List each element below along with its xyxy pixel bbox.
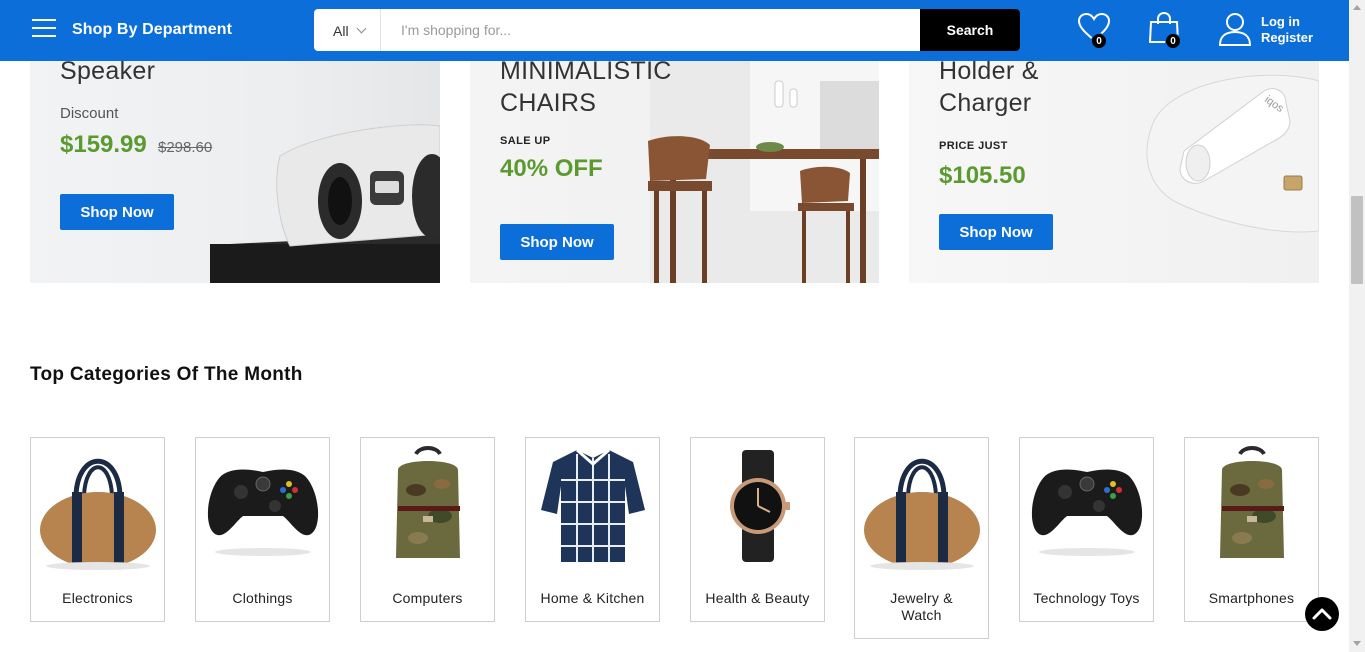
promo-discount: 40% OFF xyxy=(500,155,603,182)
wishlist-button[interactable]: 0 xyxy=(1077,12,1113,49)
search-button[interactable]: Search xyxy=(920,9,1020,51)
page: Shop By Department All Search 0 0 xyxy=(0,0,1365,652)
shop-now-button[interactable]: Shop Now xyxy=(500,224,614,260)
game-controller-icon xyxy=(1031,469,1143,556)
category-name: Clothings xyxy=(232,590,293,606)
category-card-smartphones[interactable]: Smartphones xyxy=(1184,437,1319,622)
promo-price: $159.99 xyxy=(60,131,147,158)
category-name: Jewelry & Watch xyxy=(890,590,953,623)
shop-by-department-link[interactable]: Shop By Department xyxy=(72,21,232,39)
login-label: Log in Register xyxy=(1261,14,1313,46)
category-card-computers[interactable]: Computers xyxy=(360,437,495,622)
category-card-health-beauty[interactable]: Health & Beauty xyxy=(690,437,825,622)
hamburger-menu-icon[interactable] xyxy=(32,19,58,41)
promo-price: $105.50 xyxy=(939,162,1026,189)
login-register-link[interactable]: Log in Register xyxy=(1218,12,1338,50)
duffel-bag-icon xyxy=(40,458,156,570)
register-text: Register xyxy=(1261,30,1314,45)
promo-title-line1: MINIMALISTIC xyxy=(500,61,672,85)
promo-title-line1: Holder & xyxy=(939,61,1039,85)
category-card-home-kitchen[interactable]: Home & Kitchen xyxy=(525,437,660,622)
charger-image: iqos xyxy=(1146,74,1319,233)
speaker-image xyxy=(210,124,440,283)
scroll-down-arrow-icon[interactable] xyxy=(1353,641,1361,646)
promo-banner-chairs: MINIMALISTIC CHAIRS SALE UP 40% OFF Shop… xyxy=(470,61,879,283)
category-card-electronics[interactable]: Electronics xyxy=(30,437,165,622)
back-to-top-button[interactable] xyxy=(1305,597,1339,631)
promo-banner-charger: iqos Holder & Charger PRICE JUST $105.50… xyxy=(909,61,1319,283)
cart-count-badge: 0 xyxy=(1165,33,1181,49)
page-scrollbar[interactable] xyxy=(1349,0,1365,652)
promo-subtitle: Discount xyxy=(60,105,119,122)
category-name: Health & Beauty xyxy=(705,590,810,606)
category-card-clothings[interactable]: Clothings xyxy=(195,437,330,622)
promo-title-line2: Charger xyxy=(939,89,1032,117)
search-bar: All Search xyxy=(314,9,1020,51)
category-card-jewelry-watch[interactable]: Jewelry & Watch xyxy=(854,437,989,639)
promo-small-label: SALE UP xyxy=(500,135,551,147)
promo-old-price: $298.60 xyxy=(158,139,213,156)
wishlist-count-badge: 0 xyxy=(1091,33,1107,49)
promo-title: Holder & Charger xyxy=(939,61,1039,119)
shirt-icon xyxy=(541,448,645,562)
chevron-down-icon xyxy=(356,23,367,34)
search-category-value: All xyxy=(333,23,349,39)
shop-now-button[interactable]: Shop Now xyxy=(939,214,1053,250)
backpack-icon xyxy=(1220,446,1284,558)
category-name: Computers xyxy=(392,590,463,606)
duffel-bag-icon xyxy=(864,458,980,570)
search-category-select[interactable]: All xyxy=(314,9,381,51)
top-header: Shop By Department All Search 0 0 xyxy=(0,0,1349,61)
watch-icon xyxy=(730,450,790,562)
category-name: Smartphones xyxy=(1208,590,1295,606)
search-input[interactable] xyxy=(381,9,920,51)
cart-button[interactable]: 0 xyxy=(1147,11,1183,49)
category-name: Technology Toys xyxy=(1033,590,1140,606)
shop-now-button[interactable]: Shop Now xyxy=(60,194,174,230)
login-text: Log in xyxy=(1261,14,1300,29)
chevron-up-icon xyxy=(1312,608,1332,620)
promo-title: Speaker xyxy=(60,61,156,85)
promo-title: MINIMALISTIC CHAIRS xyxy=(500,61,672,119)
backpack-icon xyxy=(396,446,460,558)
category-name: Home & Kitchen xyxy=(540,590,645,606)
promo-small-label: PRICE JUST xyxy=(939,140,1008,152)
category-card-technology-toys[interactable]: Technology Toys xyxy=(1019,437,1154,622)
promo-title-line2: CHAIRS xyxy=(500,89,597,117)
category-name: Electronics xyxy=(62,590,133,606)
user-icon xyxy=(1218,13,1252,46)
top-categories-heading: Top Categories Of The Month xyxy=(30,364,303,385)
game-controller-icon xyxy=(207,469,319,556)
scrollbar-thumb[interactable] xyxy=(1351,196,1363,284)
promo-banner-speaker: Speaker Discount $159.99 $298.60 Shop No… xyxy=(30,61,440,283)
scroll-up-arrow-icon[interactable] xyxy=(1353,5,1361,10)
